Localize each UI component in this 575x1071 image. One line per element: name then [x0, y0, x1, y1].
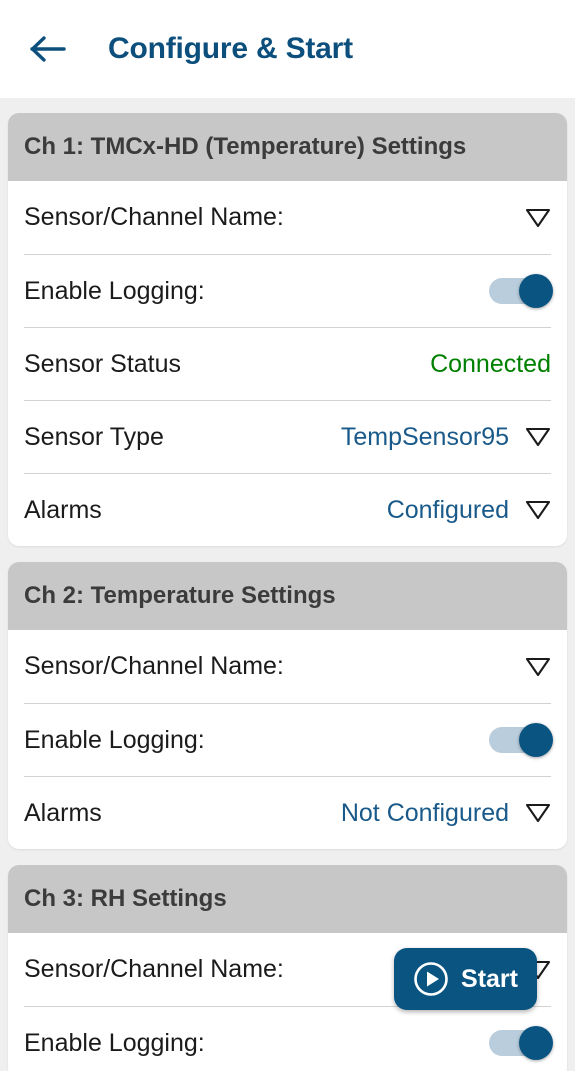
- arrow-left-icon: [29, 34, 67, 64]
- start-button[interactable]: Start: [394, 948, 537, 1010]
- chevron-down-icon[interactable]: [525, 654, 551, 680]
- row-value[interactable]: Configured: [387, 496, 509, 525]
- row-label: Sensor/Channel Name:: [24, 203, 284, 231]
- row-label: Sensor Type: [24, 422, 164, 451]
- channel-card-header: Ch 1: TMCx-HD (Temperature) Settings: [8, 113, 567, 181]
- enable-logging-toggle[interactable]: [489, 723, 553, 757]
- row-enable-logging[interactable]: Enable Logging:: [24, 254, 553, 327]
- enable-logging-toggle[interactable]: [489, 274, 553, 308]
- row-sensor-channel-name[interactable]: Sensor/Channel Name:: [24, 181, 551, 254]
- row-control-group: [489, 274, 553, 308]
- row-label: Enable Logging:: [24, 276, 205, 305]
- row-control-group: Not Configured: [341, 799, 551, 828]
- channel-card-header: Ch 3: RH Settings: [8, 865, 567, 933]
- row-enable-logging[interactable]: Enable Logging:: [24, 1006, 553, 1071]
- row-sensor-channel-name[interactable]: Sensor/Channel Name:: [24, 630, 551, 703]
- row-control-group: [489, 723, 553, 757]
- status-badge: Connected: [430, 349, 551, 378]
- enable-logging-toggle[interactable]: [489, 1026, 553, 1060]
- row-control-group: TempSensor95: [341, 423, 551, 452]
- chevron-down-icon[interactable]: [525, 205, 551, 231]
- chevron-down-icon[interactable]: [525, 424, 551, 450]
- channel-card: Ch 2: Temperature Settings Sensor/Channe…: [8, 562, 567, 849]
- channel-card-title: Ch 3: RH Settings: [24, 885, 227, 912]
- row-alarms[interactable]: Alarms Configured: [24, 473, 551, 546]
- row-label: Sensor/Channel Name:: [24, 652, 284, 680]
- back-button[interactable]: [22, 23, 74, 75]
- settings-scroll-area[interactable]: Ch 1: TMCx-HD (Temperature) Settings Sen…: [0, 98, 575, 1071]
- app-bar: Configure & Start: [0, 0, 575, 98]
- chevron-down-icon[interactable]: [525, 497, 551, 523]
- channel-card-rows: Sensor/Channel Name: Enable Logging:: [8, 630, 567, 849]
- row-label: Alarms: [24, 495, 102, 524]
- row-sensor-type[interactable]: Sensor Type TempSensor95: [24, 400, 551, 473]
- row-alarms[interactable]: Alarms Not Configured: [24, 776, 551, 849]
- row-label: Enable Logging:: [24, 1028, 205, 1057]
- row-control-group: [525, 205, 551, 231]
- toggle-thumb: [519, 274, 553, 308]
- row-enable-logging[interactable]: Enable Logging:: [24, 703, 553, 776]
- row-value[interactable]: TempSensor95: [341, 423, 509, 452]
- row-label: Alarms: [24, 798, 102, 827]
- toggle-thumb: [519, 723, 553, 757]
- channel-card-title: Ch 1: TMCx-HD (Temperature) Settings: [24, 133, 467, 160]
- row-label: Enable Logging:: [24, 725, 205, 754]
- row-label: Sensor Status: [24, 349, 182, 378]
- channel-card-header: Ch 2: Temperature Settings: [8, 562, 567, 630]
- play-circle-icon: [413, 961, 449, 997]
- channel-card: Ch 1: TMCx-HD (Temperature) Settings Sen…: [8, 113, 567, 546]
- row-sensor-status: Sensor Status Connected: [24, 327, 551, 400]
- channel-card-rows: Sensor/Channel Name: Enable Logging:: [8, 181, 567, 546]
- row-label: Sensor/Channel Name:: [24, 955, 284, 983]
- row-value[interactable]: Not Configured: [341, 799, 509, 828]
- channel-card-title: Ch 2: Temperature Settings: [24, 582, 336, 609]
- chevron-down-icon[interactable]: [525, 800, 551, 826]
- row-control-group: [525, 654, 551, 680]
- row-control-group: [489, 1026, 553, 1060]
- toggle-thumb: [519, 1026, 553, 1060]
- row-control-group: Configured: [387, 496, 551, 525]
- row-control-group: Connected: [430, 350, 551, 379]
- start-button-label: Start: [461, 964, 518, 993]
- page-title: Configure & Start: [108, 32, 353, 65]
